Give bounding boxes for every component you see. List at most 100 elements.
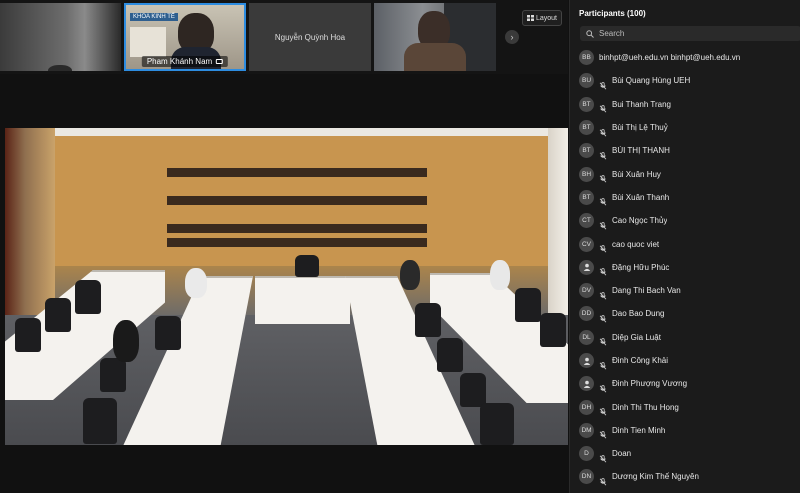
participant-name: Dinh Tien Minh: [612, 425, 666, 435]
participant-name: Dinh Thi Thu Hong: [612, 402, 679, 412]
search-icon: [586, 29, 594, 38]
mic-muted-icon: [599, 426, 607, 439]
participant-row[interactable]: D Doan: [570, 442, 800, 465]
avatar: BT: [579, 189, 594, 205]
participant-row[interactable]: Đặng Hữu Phúc: [570, 256, 800, 279]
mic-muted-icon: [599, 357, 607, 369]
mic-muted-icon: [599, 147, 607, 160]
attendee: [490, 260, 510, 290]
participant-row[interactable]: Đinh Phượng Vương: [570, 372, 800, 395]
video-strip: KHOA KINH TẾ Pham Khánh Nam Nguyễn Quỳnh…: [0, 0, 568, 74]
participant-row[interactable]: BU Bùi Quang Hùng UEH: [570, 69, 800, 92]
search-input[interactable]: Search: [580, 26, 800, 41]
participant-row[interactable]: CT Cao Ngọc Thủy: [570, 209, 800, 232]
participant-name: Nguyễn Quỳnh Hoa: [274, 32, 346, 42]
participant-name: Dao Bao Dung: [612, 309, 665, 319]
mic-muted-icon: [599, 100, 607, 113]
attendee: [113, 320, 139, 362]
participant-name: Cao Ngọc Thủy: [612, 216, 668, 226]
avatar: DD: [579, 306, 594, 322]
participant-row[interactable]: Đinh Công Khải: [570, 349, 800, 372]
person-icon: [579, 353, 594, 368]
mic-muted-icon: [599, 403, 607, 416]
participant-list: BB binhpt@ueh.edu.vn binhpt@ueh.edu.vn BU B…: [570, 46, 800, 489]
participant-row[interactable]: BH Bùi Xuân Huy: [570, 162, 800, 185]
avatar: DH: [579, 399, 594, 415]
conference-table: [255, 276, 350, 324]
participant-name: binhpt@ueh.edu.vn binhpt@ueh.edu.vn: [599, 53, 741, 63]
avatar: BT: [579, 143, 594, 159]
video-tile-1[interactable]: [0, 3, 121, 71]
participant-name: Bùi Xuân Thanh: [612, 192, 670, 202]
video-tile-2[interactable]: KHOA KINH TẾ Pham Khánh Nam: [124, 3, 246, 71]
participant-name: Dang Thi Bach Van: [612, 286, 681, 296]
mic-muted-icon: [599, 77, 607, 90]
participant-video: [48, 65, 72, 71]
grid-icon: [526, 15, 534, 21]
avatar: DM: [579, 422, 594, 438]
participant-name: cao quoc viet: [612, 239, 660, 249]
participant-row[interactable]: DL Diệp Gia Luật: [570, 326, 800, 349]
mic-muted-icon: [599, 287, 607, 300]
participant-row[interactable]: DH Dinh Thi Thu Hong: [570, 395, 800, 418]
participant-name: Đinh Phượng Vương: [612, 379, 688, 389]
meeting-window: KHOA KINH TẾ Pham Khánh Nam Nguyễn Quỳnh…: [0, 0, 800, 493]
person-icon: [579, 259, 594, 275]
participant-name: Bùi Xuân Huy: [612, 169, 661, 179]
participant-name: BÙI THỊ THANH: [612, 146, 670, 156]
avatar: DV: [579, 283, 594, 299]
mic-muted-icon: [599, 240, 607, 253]
mic-muted-icon: [599, 450, 607, 463]
participant-row[interactable]: BT Bùi Xuân Thanh: [570, 186, 800, 209]
participant-row[interactable]: BT Bùi Thị Lệ Thuỷ: [570, 116, 800, 139]
wall-sign: KHOA KINH TẾ: [130, 13, 178, 21]
participant-row[interactable]: DN Dương Kim Thế Nguyên: [570, 465, 800, 488]
mic-muted-icon: [599, 217, 607, 230]
avatar: BH: [579, 166, 594, 182]
participant-name: Đinh Công Khải: [612, 356, 669, 365]
participant-row[interactable]: BT Bui Thanh Trang: [570, 93, 800, 116]
participant-row[interactable]: DV Dang Thi Bach Van: [570, 279, 800, 302]
mic-muted-icon: [599, 310, 607, 323]
video-tile-4[interactable]: [374, 3, 496, 71]
participant-name: Pham Khánh Nam: [146, 57, 213, 66]
participant-row[interactable]: DD Dao Bao Dung: [570, 302, 800, 325]
mic-muted-icon: [599, 380, 607, 393]
participants-panel: Participants (100) Search BB binhpt@ueh.e…: [569, 0, 800, 493]
video-tile-3[interactable]: Nguyễn Quỳnh Hoa: [249, 3, 371, 71]
participants-header: Participants (100): [579, 9, 646, 18]
mic-muted-icon: [599, 124, 607, 137]
avatar: CT: [579, 213, 594, 229]
avatar: DN: [579, 469, 594, 485]
participant-name: Đặng Hữu Phúc: [612, 262, 670, 272]
participant-name: Diệp Gia Luật: [612, 332, 661, 342]
avatar: BB: [579, 50, 594, 66]
person-icon: [579, 376, 594, 392]
participant-name: Bùi Thị Lệ Thuỷ: [612, 123, 668, 133]
avatar: CV: [579, 236, 594, 252]
participant-row[interactable]: DM Dinh Tien Minh: [570, 419, 800, 442]
participant-name: Bùi Quang Hùng UEH: [612, 76, 691, 86]
mic-muted-icon: [599, 170, 607, 183]
chevron-right-icon[interactable]: ›: [505, 30, 519, 44]
participant-row[interactable]: BT BÙI THỊ THANH: [570, 139, 800, 162]
avatar: BU: [579, 73, 594, 89]
main-video[interactable]: [5, 128, 568, 445]
bookshelf: [130, 27, 166, 57]
search-placeholder: Search: [599, 29, 625, 38]
participant-name: Dương Kim Thế Nguyên: [612, 472, 699, 482]
mic-muted-icon: [599, 473, 607, 486]
avatar: D: [579, 446, 594, 462]
name-plate: Pham Khánh Nam: [141, 56, 229, 67]
attendee: [400, 260, 420, 290]
mic-muted-icon: [599, 263, 607, 276]
participant-row[interactable]: CV cao quoc viet: [570, 232, 800, 255]
avatar: DL: [579, 329, 594, 345]
avatar: BT: [579, 120, 594, 136]
screen-share-icon: [216, 59, 224, 64]
participant-row[interactable]: BB binhpt@ueh.edu.vn binhpt@ueh.edu.vn: [570, 46, 800, 69]
mic-muted-icon: [599, 333, 607, 346]
layout-button[interactable]: Layout: [522, 10, 562, 26]
participant-name: Doan: [612, 449, 632, 459]
avatar: BT: [579, 96, 594, 112]
